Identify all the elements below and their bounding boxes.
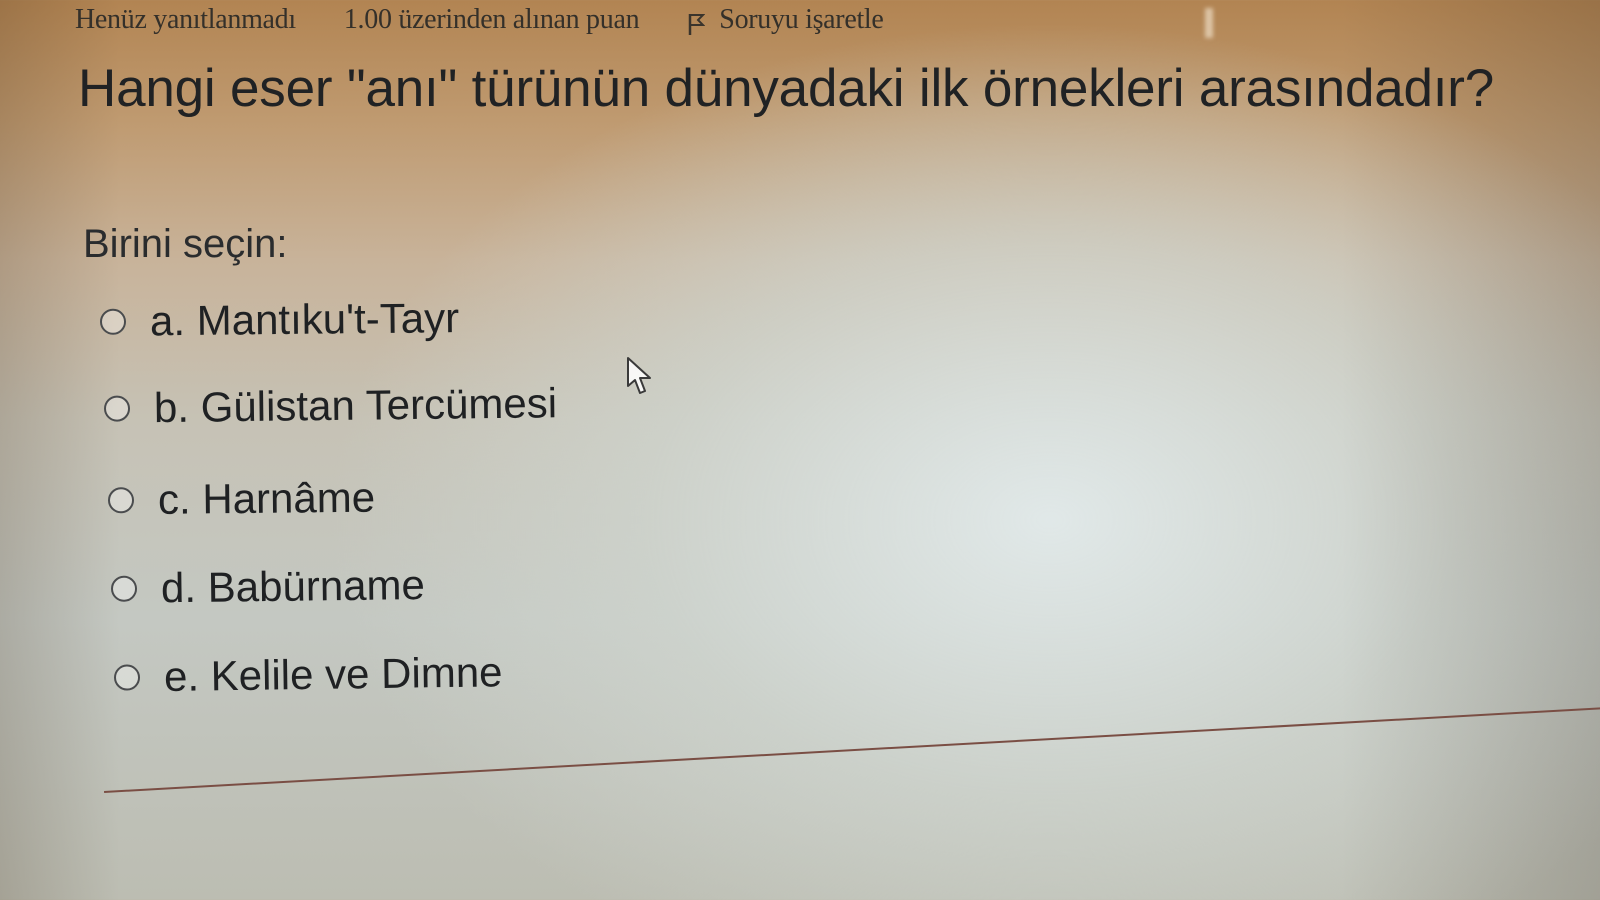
radio-button-a[interactable] bbox=[99, 308, 127, 335]
radio-button-c[interactable] bbox=[107, 487, 135, 514]
answer-label-e[interactable]: e. Kelile ve Dimne bbox=[164, 648, 503, 701]
answer-option-d[interactable]: d. Babürname bbox=[110, 561, 425, 613]
answer-label-b[interactable]: b. Gülistan Tercümesi bbox=[154, 379, 558, 432]
radio-button-b[interactable] bbox=[103, 395, 131, 422]
radio-button-e[interactable] bbox=[113, 664, 141, 691]
answer-label-c[interactable]: c. Harnâme bbox=[158, 474, 376, 524]
answer-option-e[interactable]: e. Kelile ve Dimne bbox=[113, 648, 503, 701]
answer-option-b[interactable]: b. Gülistan Tercümesi bbox=[103, 379, 558, 433]
answer-label-a[interactable]: a. Mantıku't-Tayr bbox=[150, 294, 460, 345]
answer-label-d[interactable]: d. Babürname bbox=[161, 561, 425, 612]
radio-button-d[interactable] bbox=[110, 575, 138, 602]
answer-list: a. Mantıku't-Tayr b. Gülistan Tercümesi … bbox=[0, 0, 1600, 900]
answer-option-c[interactable]: c. Harnâme bbox=[107, 474, 376, 525]
answer-option-a[interactable]: a. Mantıku't-Tayr bbox=[99, 294, 460, 346]
mouse-cursor-icon bbox=[627, 357, 651, 394]
